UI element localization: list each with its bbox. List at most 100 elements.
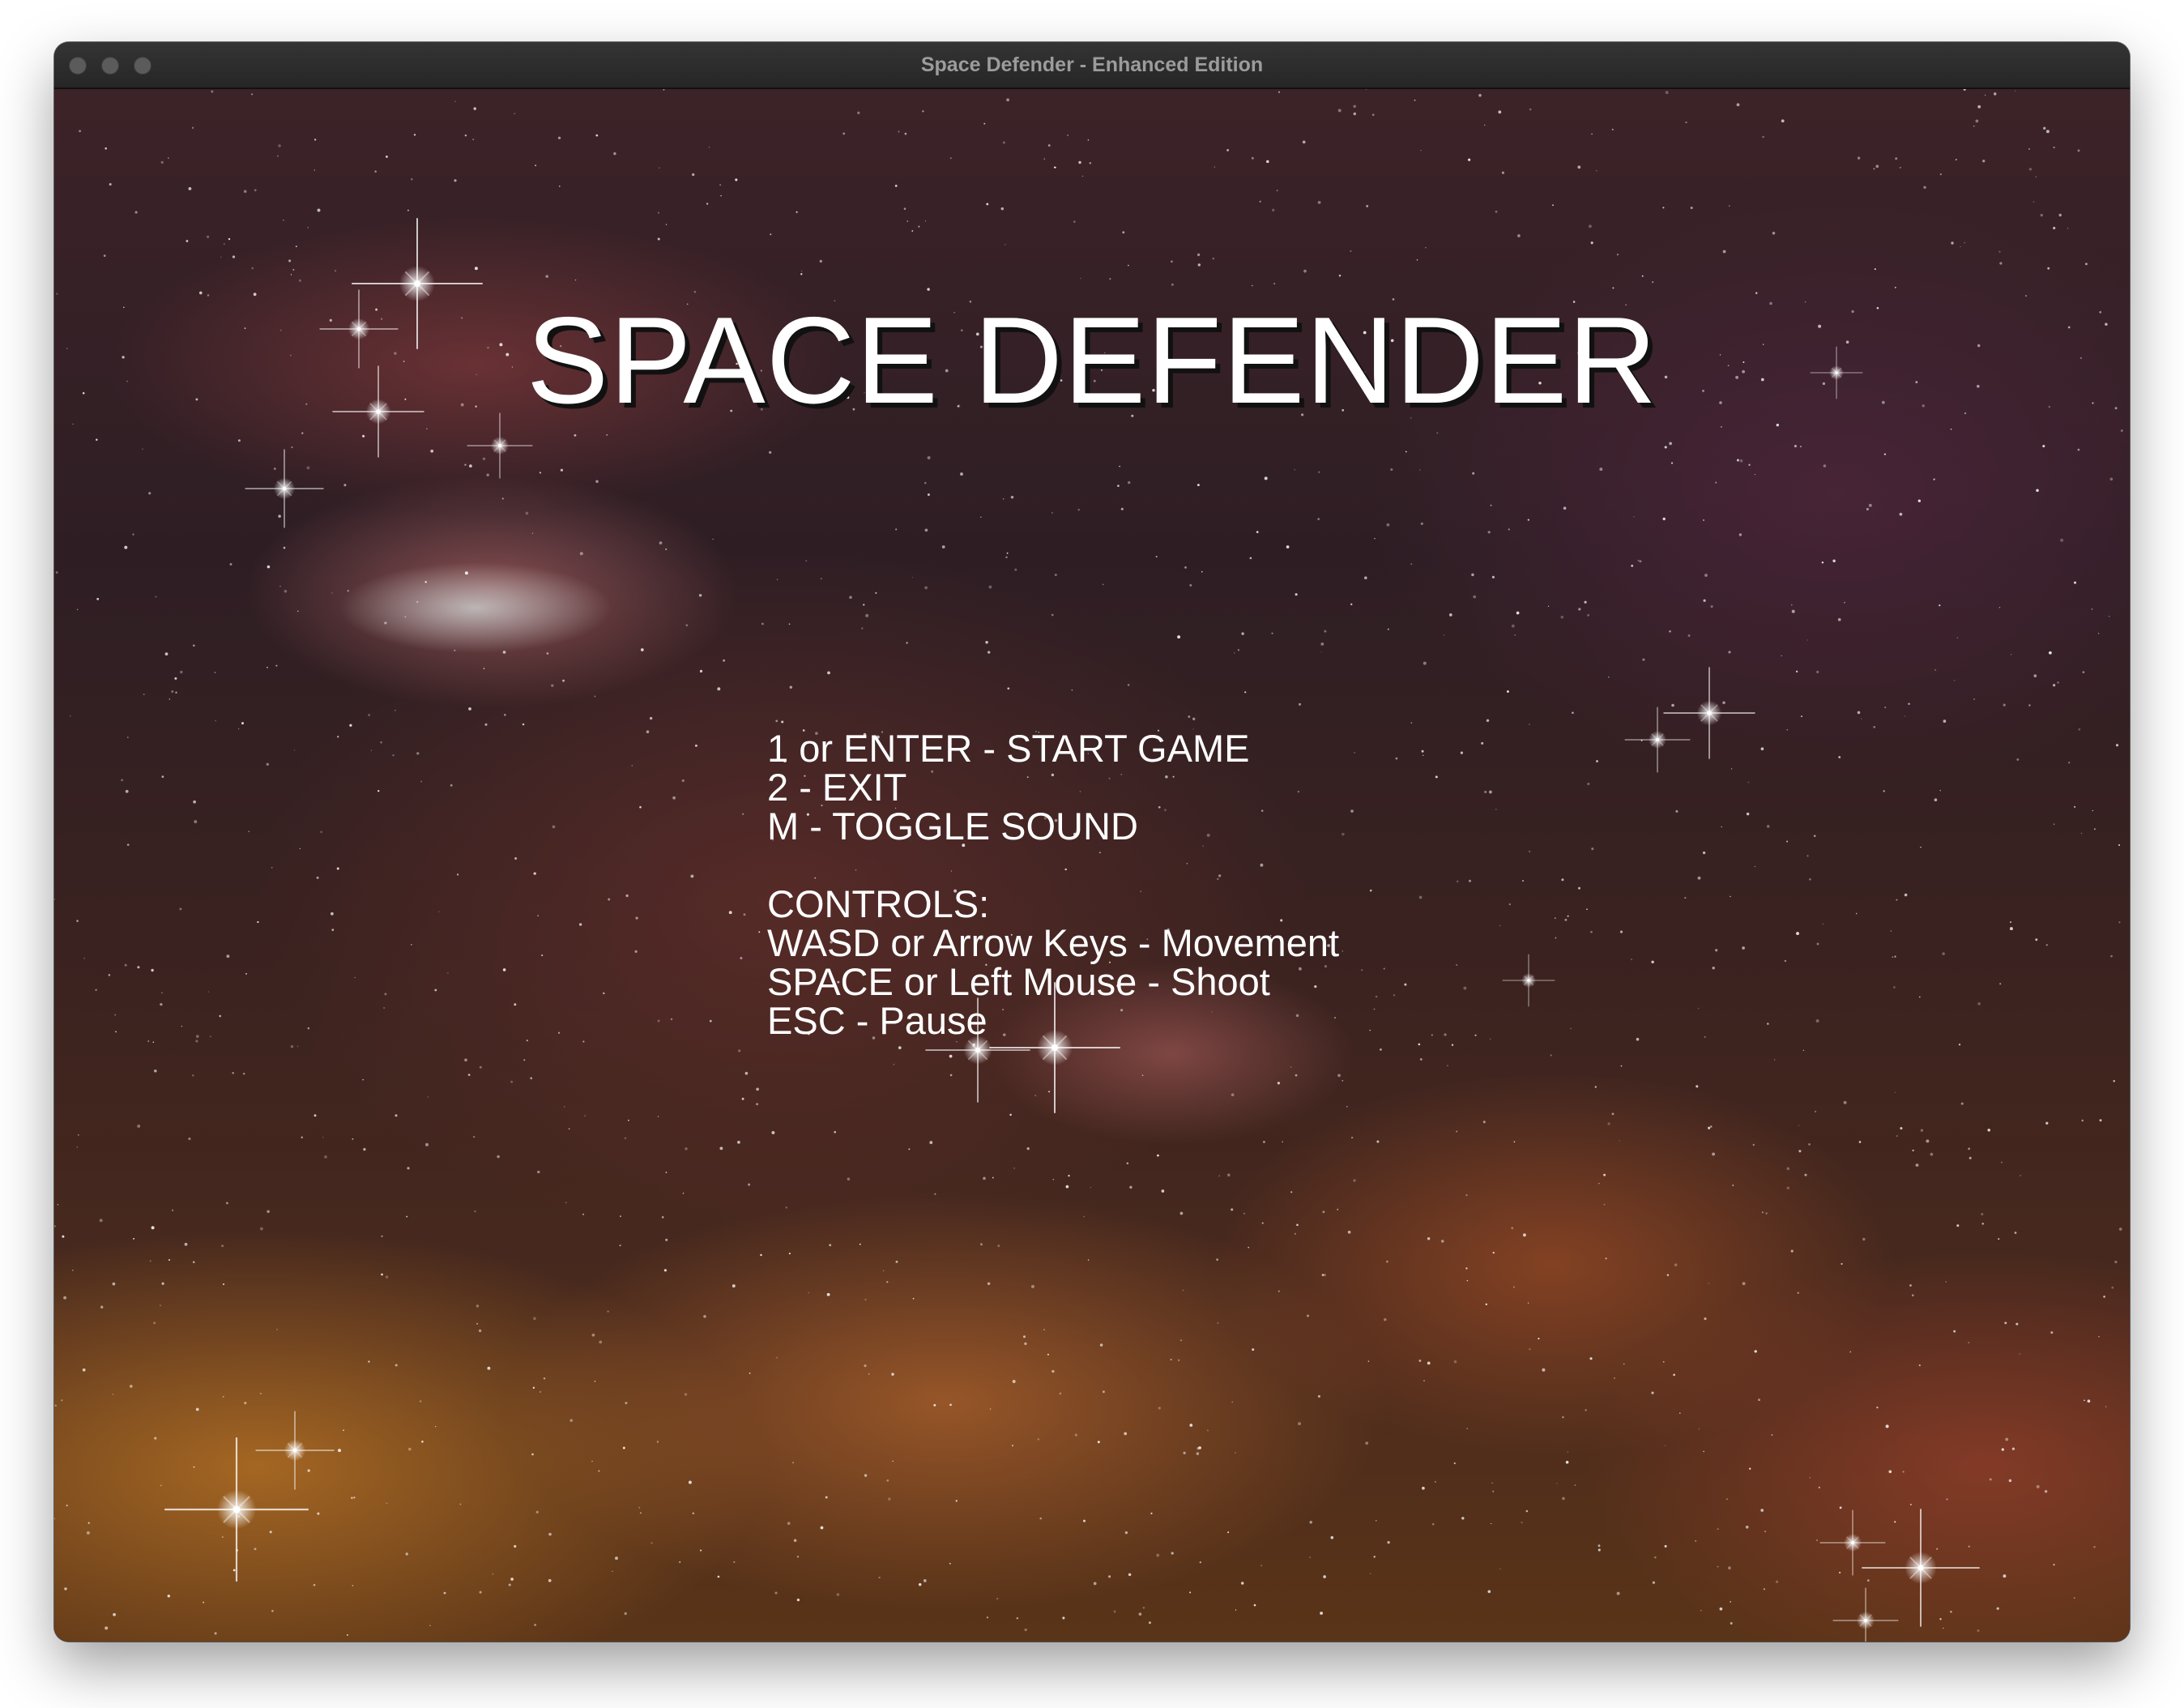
star-dot <box>2053 1564 2055 1566</box>
star-dot <box>54 1518 56 1520</box>
star-dot <box>2109 477 2114 481</box>
star-dot <box>1466 1428 1469 1429</box>
star-dot <box>842 132 846 135</box>
star-dot <box>290 1045 294 1048</box>
star-dot <box>1956 637 1959 638</box>
star-dot <box>1614 1377 1615 1379</box>
star-dot <box>1465 1267 1468 1270</box>
star-dot <box>1317 518 1320 520</box>
star-dot <box>1338 274 1342 277</box>
menu-spacer <box>767 846 1339 885</box>
star-dot <box>775 719 778 723</box>
star-dot <box>314 1114 317 1117</box>
star-dot <box>154 1070 157 1073</box>
star-dot <box>1641 275 1644 277</box>
star-dot <box>2115 744 2119 747</box>
star-dot <box>1588 224 1592 228</box>
star-dot <box>758 931 761 933</box>
star-dot <box>1674 1263 1678 1266</box>
star-dot <box>685 624 689 627</box>
star-dot <box>54 1404 57 1407</box>
star-dot <box>55 571 58 574</box>
star-dot <box>1216 1258 1218 1261</box>
star-dot <box>1295 593 1298 596</box>
star-dot <box>306 466 310 470</box>
star-dot <box>1597 1548 1601 1552</box>
star-dot <box>1320 651 1322 653</box>
star-dot <box>1150 1512 1153 1514</box>
star-dot <box>1697 876 1701 880</box>
star-dot <box>1065 1185 1069 1189</box>
star-dot <box>1183 1451 1186 1454</box>
star-dot <box>1577 165 1581 169</box>
star-dot <box>1722 250 1726 254</box>
star-dot <box>267 666 268 668</box>
star-dot <box>1565 1460 1569 1464</box>
star-dot <box>1376 1140 1380 1143</box>
star-dot <box>1730 768 1733 770</box>
star-dot <box>552 825 556 829</box>
sparkle-star <box>1624 707 1691 773</box>
star-dot <box>1669 442 1672 446</box>
star-dot <box>656 1441 659 1443</box>
star-dot <box>545 275 548 278</box>
star-dot <box>692 173 695 177</box>
menu-option-toggle-sound[interactable]: M - TOGGLE SOUND <box>767 807 1339 846</box>
star-dot <box>1197 253 1201 257</box>
star-dot <box>1474 1034 1477 1036</box>
star-dot <box>1303 269 1307 273</box>
star-dot <box>903 207 906 210</box>
menu-option-exit[interactable]: 2 - EXIT <box>767 768 1339 807</box>
star-dot <box>1858 1141 1862 1143</box>
title-bar[interactable]: Space Defender - Enhanced Edition <box>54 42 2130 89</box>
star-dot <box>1702 519 1705 522</box>
star-dot <box>2048 651 2051 655</box>
star-dot <box>732 1284 736 1288</box>
star-dot <box>482 457 486 461</box>
star-dot <box>1322 1211 1325 1214</box>
star-dot <box>1652 281 1654 284</box>
star-dot <box>534 1624 536 1626</box>
menu-option-start-game[interactable]: 1 or ENTER - START GAME <box>767 729 1339 768</box>
star-dot <box>533 872 536 875</box>
star-dot <box>237 728 240 730</box>
star-dot <box>748 1183 751 1186</box>
star-dot <box>1809 1477 1811 1479</box>
star-dot <box>1662 517 1666 521</box>
star-dot <box>100 1305 104 1309</box>
game-canvas[interactable]: SPACE DEFENDER 1 or ENTER - START GAME 2… <box>54 89 2130 1642</box>
star-dot <box>1444 1033 1447 1036</box>
star-dot <box>1703 599 1706 602</box>
star-dot <box>1251 284 1253 287</box>
star-dot <box>2020 1175 2021 1176</box>
star-dot <box>1799 446 1802 448</box>
star-dot <box>1295 1074 1298 1077</box>
star-dot <box>476 1322 479 1325</box>
star-dot <box>1241 632 1244 635</box>
star-dot <box>941 545 945 549</box>
star-dot <box>78 1134 79 1136</box>
star-dot <box>298 279 301 282</box>
star-dot <box>395 1364 398 1367</box>
star-dot <box>1695 1540 1696 1542</box>
star-dot <box>248 831 250 832</box>
star-dot <box>347 589 349 592</box>
star-dot <box>924 481 927 485</box>
star-dot <box>1353 105 1356 109</box>
star-dot <box>639 1512 642 1514</box>
star-dot <box>2092 809 2093 812</box>
star-dot <box>1453 1360 1457 1364</box>
star-dot <box>203 1601 204 1603</box>
star-dot <box>1253 1603 1256 1607</box>
star-dot <box>352 1585 354 1586</box>
star-dot <box>1808 1143 1811 1146</box>
star-dot <box>1639 560 1642 563</box>
star-dot <box>1227 1531 1230 1534</box>
star-dot <box>1943 719 1947 723</box>
star-dot <box>1320 1612 1324 1615</box>
star-dot <box>1240 1582 1244 1585</box>
star-dot <box>1719 1607 1723 1611</box>
star-dot <box>1487 531 1491 534</box>
star-dot <box>703 1315 706 1318</box>
star-dot <box>211 90 214 93</box>
